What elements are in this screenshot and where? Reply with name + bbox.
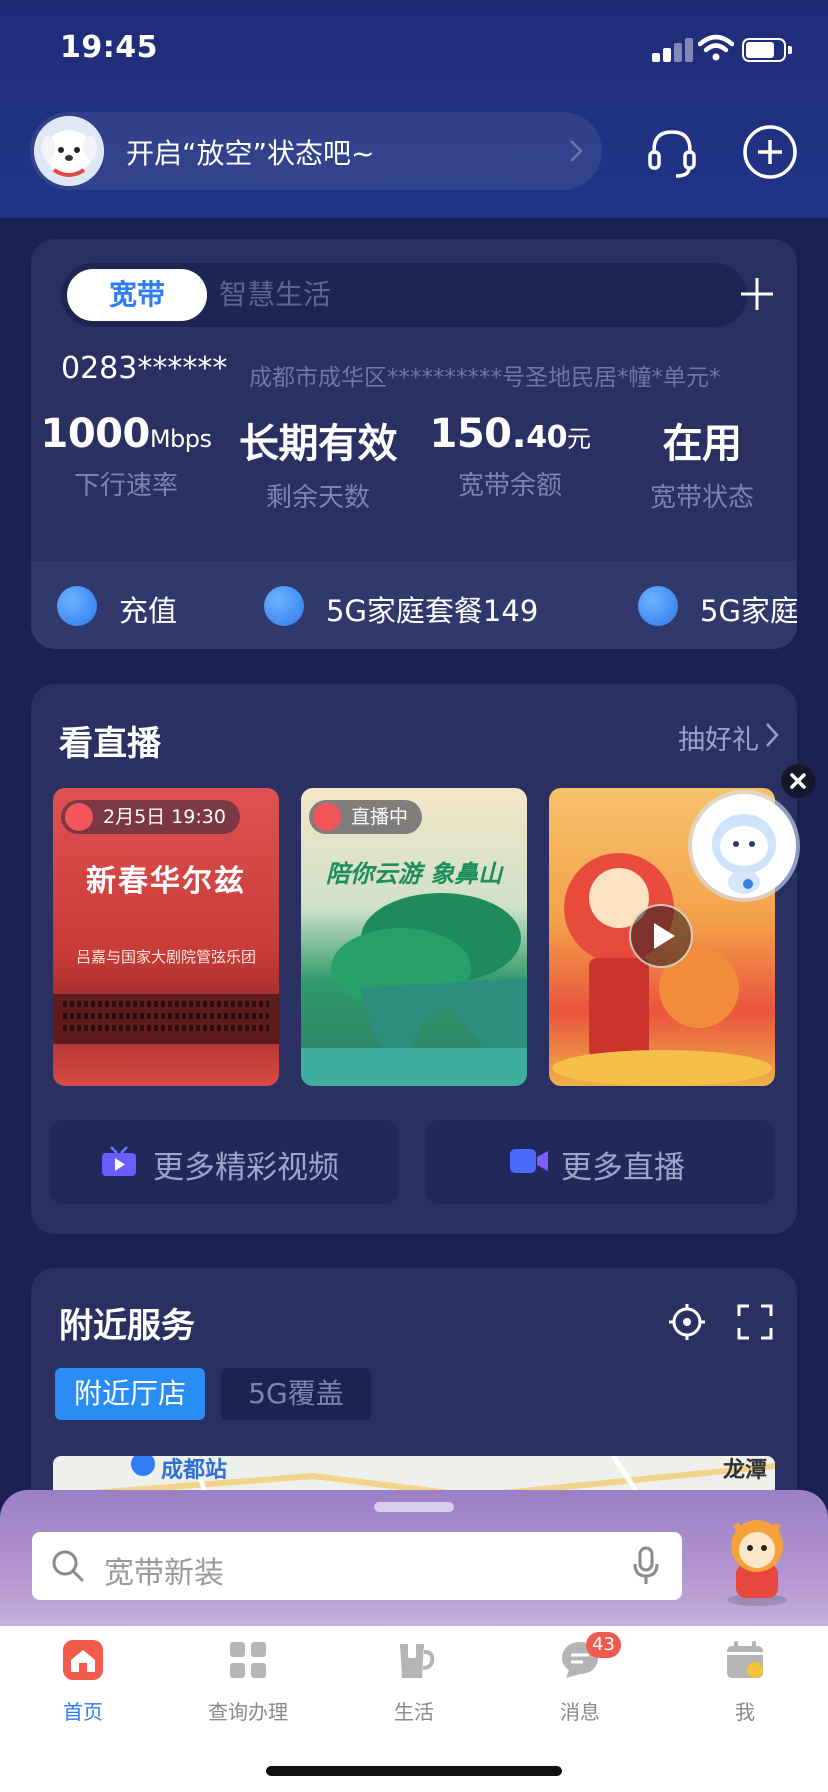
assistant-avatar [34,116,104,186]
wifi-badge-icon [638,586,678,626]
add-icon[interactable] [737,274,777,314]
wifi-badge-icon [264,586,304,626]
calendar-checkin-icon [727,1641,763,1678]
home-indicator [266,1766,562,1776]
live-icon [313,803,341,831]
locate-icon[interactable] [667,1302,707,1342]
status-bar: 19:45 [0,0,828,100]
wifi-icon [698,34,734,61]
lottery-link[interactable]: 抽好礼 [678,718,759,757]
nearby-title: 附近服务 [59,1306,195,1346]
cup-icon [400,1642,435,1678]
add-circle-icon[interactable] [742,124,798,180]
tv-icon [102,1146,136,1176]
tab-smart-life[interactable]: 智慧生活 [219,269,331,321]
nav-messages[interactable]: 消息 [510,1638,650,1725]
signal-icon [652,36,704,62]
orchestra-image [53,994,279,1044]
grid-icon [230,1642,266,1678]
tab-nearby-stores[interactable]: 附近厅店 [55,1368,205,1420]
map-label: 成都站 [161,1458,228,1483]
play-icon[interactable] [629,904,693,968]
live-thumb-elephant-hill[interactable]: 直播中 陪你云游 象鼻山 [301,788,527,1086]
more-videos-button[interactable]: 更多精彩视频 [49,1120,399,1204]
greeting-text: 开启“放空”状态吧~ [126,137,375,170]
map-label: 龙潭 [723,1458,768,1483]
yuan-icon [57,586,97,626]
stat-balance[interactable]: 150.40元 宽带余额 [415,411,605,502]
live-title: 看直播 [59,724,161,764]
search-panel: 宽带新装 [0,1490,828,1626]
more-live-button[interactable]: 更多直播 [425,1120,775,1204]
live-item-title: 新春华尔兹 [86,864,246,899]
live-thumb-waltz[interactable]: 2月5日 19:30 新春华尔兹 吕嘉与国家大剧院管弦乐团 [53,788,279,1086]
live-card: 看直播 抽好礼 2月5日 19:30 新春华尔兹 吕嘉与国家大剧院管弦乐团 直播… [31,684,797,1234]
account-number: 0283****** [61,351,228,386]
quick-actions: 充值 5G家庭套餐149 5G家庭 [31,561,797,649]
live-item-subtitle: 吕嘉与国家大剧院管弦乐团 [75,948,256,966]
nav-life[interactable]: 生活 [344,1638,484,1725]
nav-query[interactable]: 查询办理 [178,1638,318,1725]
greeting-bar[interactable]: 开启“放空”状态吧~ [30,112,602,190]
live-badge: 直播中 [309,800,423,834]
nav-home[interactable]: 首页 [13,1638,153,1725]
stat-remaining-days[interactable]: 长期有效 剩余天数 [223,411,413,514]
chevron-right-icon [570,140,583,162]
stat-speed[interactable]: 1000Mbps 下行速率 [31,411,221,502]
home-icon [63,1640,103,1680]
status-time: 19:45 [60,30,158,65]
chevron-right-icon [766,723,779,747]
microphone-icon[interactable] [632,1546,660,1586]
bottom-nav: 首页 查询办理 生活 消息 43 我 [0,1626,828,1792]
search-input[interactable]: 宽带新装 [32,1532,682,1600]
battery-icon [742,38,792,62]
stat-status[interactable]: 在用 宽带状态 [607,411,797,514]
fullscreen-icon[interactable] [737,1304,773,1340]
live-icon [65,803,93,831]
video-camera-icon [510,1149,548,1173]
headset-icon[interactable] [644,124,700,180]
unread-badge: 43 [586,1632,621,1658]
live-badge: 2月5日 19:30 [61,800,240,834]
live-item-title: 陪你云游 象鼻山 [325,860,503,888]
drag-handle[interactable] [374,1502,454,1512]
search-placeholder: 宽带新装 [104,1556,224,1591]
tab-broadband[interactable]: 宽带 [67,269,207,321]
robot-mascot-icon[interactable] [714,1512,800,1608]
close-icon[interactable] [781,764,815,798]
elephant-hill-image [301,893,527,1086]
nav-me[interactable]: 我 [675,1638,815,1725]
install-address: 成都市成华区**********号圣地民居*幢*单元* [249,365,721,391]
search-icon [52,1550,84,1582]
mascot-float-button[interactable] [692,794,796,898]
broadband-card: 宽带 智慧生活 0283****** 成都市成华区**********号圣地民居… [31,239,797,649]
tab-5g-coverage[interactable]: 5G覆盖 [221,1368,371,1420]
